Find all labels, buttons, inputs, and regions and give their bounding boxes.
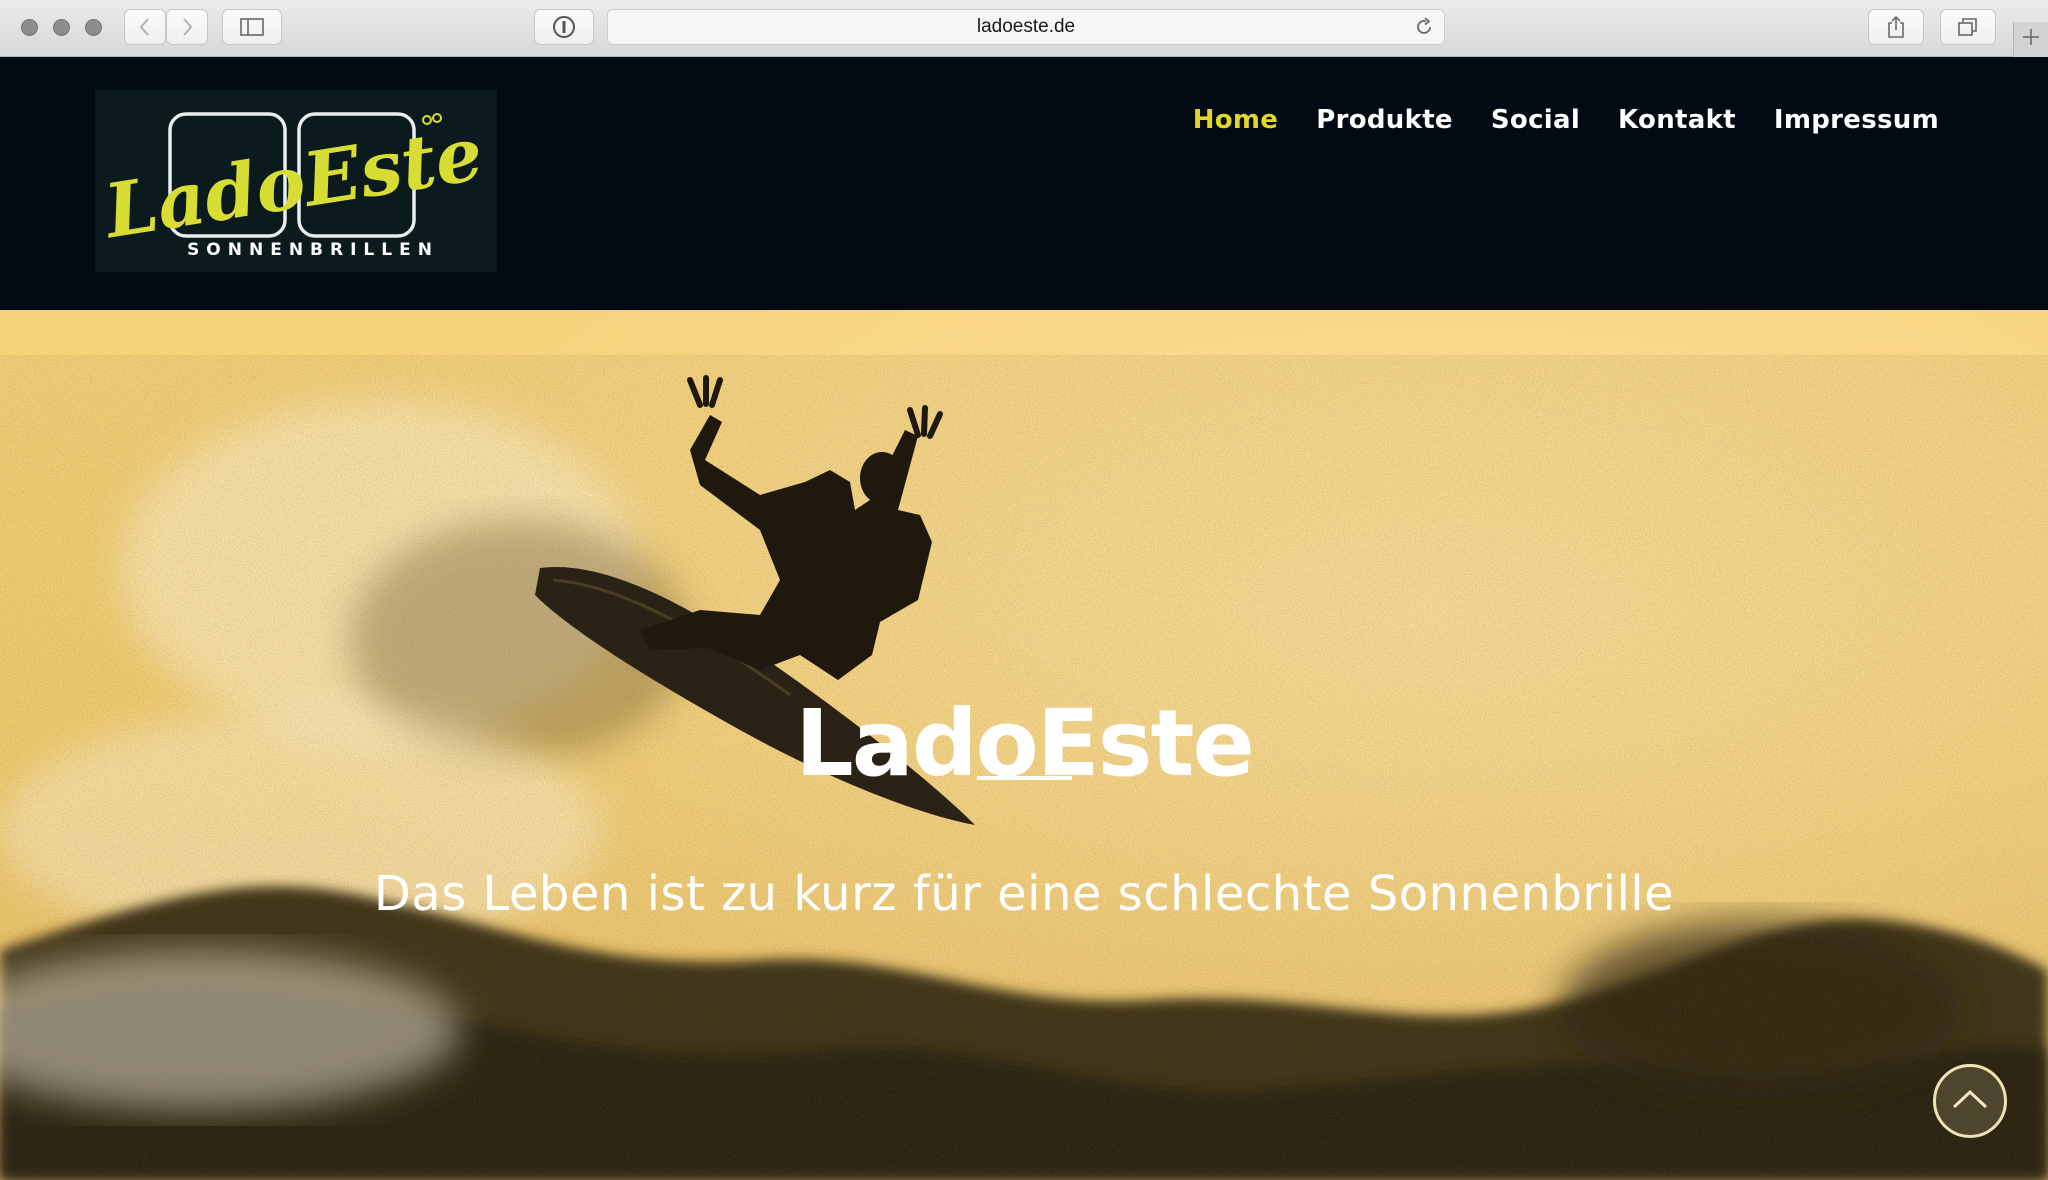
nav-social[interactable]: Social — [1491, 105, 1580, 135]
close-window-button[interactable] — [21, 19, 38, 36]
chevron-right-icon — [180, 17, 194, 37]
scroll-to-top-button[interactable] — [1933, 1064, 2007, 1138]
main-navigation: Home Produkte Social Kontakt Impressum — [1155, 105, 1939, 135]
url-text: ladoeste.de — [976, 16, 1076, 37]
minimize-window-button[interactable] — [53, 19, 70, 36]
tabs-icon — [1957, 17, 1979, 37]
sidebar-icon — [240, 18, 264, 36]
chevron-up-icon — [1950, 1087, 1990, 1116]
chevron-left-icon — [138, 17, 152, 37]
info-icon — [552, 15, 576, 39]
reload-icon[interactable] — [1414, 17, 1434, 42]
address-bar[interactable]: ladoeste.de — [607, 9, 1445, 45]
share-button[interactable] — [1868, 9, 1924, 45]
nav-home[interactable]: Home — [1193, 105, 1279, 135]
plus-icon — [2022, 28, 2040, 51]
privacy-report-button[interactable] — [534, 9, 594, 45]
forward-button[interactable] — [166, 9, 208, 45]
show-tabs-button[interactable] — [1940, 9, 1996, 45]
browser-toolbar: ladoeste.de — [0, 0, 2048, 57]
nav-produkte[interactable]: Produkte — [1316, 105, 1453, 135]
hero-section: LadoEste Das Leben ist zu kurz für eine … — [0, 310, 2048, 1180]
logo-tagline: SONNENBRILLEN — [187, 240, 439, 260]
share-icon — [1886, 15, 1906, 39]
hero-subtitle: Das Leben ist zu kurz für eine schlechte… — [373, 866, 1675, 922]
brand-logo[interactable]: LadoEste SONNENBRILLEN — [95, 90, 497, 272]
sidebar-button[interactable] — [222, 9, 282, 45]
nav-impressum[interactable]: Impressum — [1774, 105, 1939, 135]
logo-wordmark: LadoEste — [97, 111, 488, 256]
nav-kontakt[interactable]: Kontakt — [1618, 105, 1736, 135]
zoom-window-button[interactable] — [85, 19, 102, 36]
new-tab-button[interactable] — [2013, 22, 2048, 57]
hero-divider — [977, 776, 1072, 780]
back-button[interactable] — [124, 9, 166, 45]
site-header: LadoEste SONNENBRILLEN Home Produkte Soc… — [0, 57, 2048, 310]
hero-title: LadoEste — [795, 689, 1255, 797]
